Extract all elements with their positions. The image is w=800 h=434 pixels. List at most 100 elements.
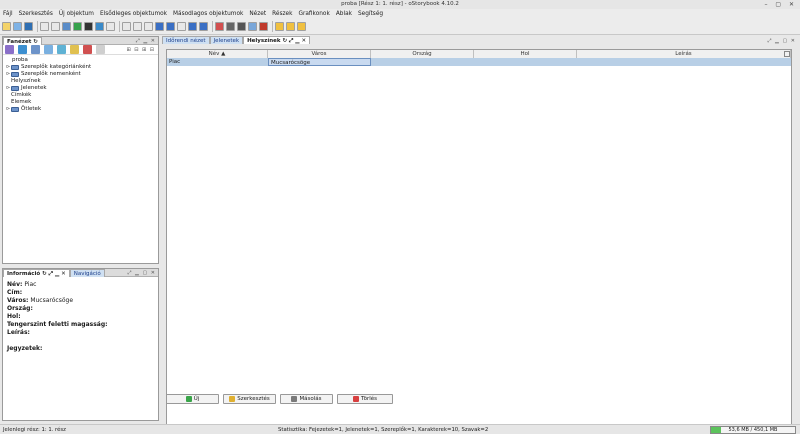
info-field: Leírás:: [7, 329, 154, 337]
toolbar-button-icon[interactable]: [199, 22, 208, 31]
main-panel-controls[interactable]: ⤢ ▁ ▢ ✕: [767, 38, 798, 44]
tree-tool-icon[interactable]: [70, 45, 79, 54]
toolbar-button-icon[interactable]: [144, 22, 153, 31]
toolbar-button-icon[interactable]: [84, 22, 93, 31]
tree-panel-header: Fanézet ↻ ⤢ ▁ ✕: [3, 36, 158, 45]
menu-item[interactable]: Grafikonok: [298, 11, 329, 17]
toolbar-button-icon[interactable]: [226, 22, 235, 31]
tree-tool-icon[interactable]: [44, 45, 53, 54]
toolbar-button-icon[interactable]: [166, 22, 175, 31]
toolbar-button-icon[interactable]: [275, 22, 284, 31]
expand-collapse-icons[interactable]: ⊞ ⊟ ⊞ ⊟: [126, 47, 155, 53]
action-button[interactable]: Törlés: [337, 394, 393, 404]
tree-tool-icon[interactable]: [83, 45, 92, 54]
tree-tool-icon[interactable]: [31, 45, 40, 54]
info-field-label: Hol:: [7, 313, 21, 320]
toolbar-button-icon[interactable]: [62, 22, 71, 31]
toolbar-button-icon[interactable]: [2, 22, 11, 31]
toolbar-button-icon[interactable]: [155, 22, 164, 31]
panel-controls[interactable]: ⤢ ▁ ▢ ✕: [127, 270, 158, 276]
column-header[interactable]: Leírás: [577, 50, 791, 58]
tree-item-label: Szereplők kategóriánként: [21, 64, 92, 70]
info-field-label: Jegyzetek:: [7, 345, 43, 352]
tree-item[interactable]: Elemek: [5, 99, 156, 106]
toolbar-button-icon[interactable]: [40, 22, 49, 31]
menu-item[interactable]: Elsődleges objektumok: [100, 11, 167, 17]
info-field: [7, 337, 154, 345]
info-field: Ország:: [7, 305, 154, 313]
tree-item[interactable]: Helyszínek: [5, 78, 156, 85]
toolbar-button-icon[interactable]: [215, 22, 224, 31]
toolbar-button-icon[interactable]: [259, 22, 268, 31]
tree-tool-icon[interactable]: [96, 45, 105, 54]
action-button[interactable]: Másolás: [280, 394, 333, 404]
menu-item[interactable]: Nézet: [249, 11, 266, 17]
table-cell[interactable]: Mucsarócsöge: [268, 58, 371, 66]
table-cell[interactable]: [474, 58, 577, 66]
toolbar-button-icon[interactable]: [106, 22, 115, 31]
tree-item-label: Ötletek: [21, 106, 42, 112]
folder-icon: [11, 107, 19, 112]
toolbar-button-icon[interactable]: [237, 22, 246, 31]
info-field: Hol:: [7, 313, 154, 321]
column-chooser-icon[interactable]: [784, 51, 790, 57]
tree-item[interactable]: ⊳ Ötletek: [5, 106, 156, 113]
table-cell[interactable]: [371, 58, 474, 66]
button-icon: [291, 396, 298, 402]
tree: proba ⊳ Szereplők kategóriánként ⊳ Szereplők…: [3, 55, 158, 115]
tree-item[interactable]: proba: [5, 57, 156, 64]
column-header[interactable]: Név ▲: [167, 50, 268, 58]
current-part-status: Jelenlegi rész: 1: 1. rész: [3, 427, 66, 433]
tree-item[interactable]: Címkék: [5, 92, 156, 99]
tree-tool-icon[interactable]: [18, 45, 27, 54]
menu-item[interactable]: Ablak: [336, 11, 352, 17]
toolbar-button-icon[interactable]: [297, 22, 306, 31]
menu-item[interactable]: Segítség: [358, 11, 383, 17]
toolbar-button-icon[interactable]: [24, 22, 33, 31]
table-row[interactable]: Piac Mucsarócsöge: [167, 58, 791, 66]
tab-timeline[interactable]: Időrendi nézet: [162, 36, 210, 44]
tab-navigation[interactable]: Navigáció: [69, 268, 105, 277]
menu-item[interactable]: Új objektum: [59, 11, 94, 17]
tab-scenes[interactable]: Jelenetek: [209, 36, 244, 44]
column-header[interactable]: Hol: [474, 50, 577, 58]
toolbar-button-icon[interactable]: [177, 22, 186, 31]
toolbar-button-icon[interactable]: [248, 22, 257, 31]
main-toolbar: [0, 19, 800, 35]
toolbar-button-icon[interactable]: [188, 22, 197, 31]
toolbar-button-icon[interactable]: [286, 22, 295, 31]
tree-item[interactable]: ⊳ Szereplők kategóriánként: [5, 64, 156, 71]
tab-information[interactable]: Információ ↻ ⤢ ▁ ✕: [3, 268, 70, 277]
info-field-label: Cím:: [7, 289, 23, 296]
tab-locations[interactable]: Helyszínek ↻ ⤢ ▁ ✕: [243, 36, 311, 44]
menu-item[interactable]: Fájl: [3, 11, 13, 17]
folder-icon: [11, 86, 19, 91]
toolbar-button-icon[interactable]: [51, 22, 60, 31]
toolbar-button-icon[interactable]: [95, 22, 104, 31]
menu-item[interactable]: Részek: [272, 11, 292, 17]
window-controls[interactable]: – ▢ ✕: [764, 0, 797, 9]
table-cell[interactable]: [577, 58, 791, 66]
toolbar-button-icon[interactable]: [122, 22, 131, 31]
panel-controls[interactable]: ⤢ ▁ ✕: [136, 38, 158, 44]
memory-label: 53,6 MB / 450,1 MB: [728, 427, 778, 433]
tree-item-label: Helyszínek: [11, 78, 41, 84]
table-cell[interactable]: Piac: [167, 58, 268, 66]
tab-tree-view[interactable]: Fanézet ↻: [3, 36, 42, 45]
toolbar-button-icon[interactable]: [13, 22, 22, 31]
tree-tool-icon[interactable]: [57, 45, 66, 54]
table-body: Piac Mucsarócsöge: [167, 58, 791, 66]
menu-item[interactable]: Másodlagos objektumok: [173, 11, 243, 17]
action-button[interactable]: Új: [166, 394, 219, 404]
memory-bar[interactable]: 53,6 MB / 450,1 MB: [710, 426, 796, 434]
menu-item[interactable]: Szerkesztés: [19, 11, 53, 17]
toolbar-button-icon[interactable]: [73, 22, 82, 31]
action-button[interactable]: Szerkesztés: [223, 394, 276, 404]
column-header[interactable]: Ország: [371, 50, 474, 58]
toolbar-button-icon[interactable]: [133, 22, 142, 31]
column-header[interactable]: Város: [268, 50, 371, 58]
tree-item[interactable]: ⊳ Jelenetek: [5, 85, 156, 92]
tree-tool-icon[interactable]: [5, 45, 14, 54]
tree-item[interactable]: ⊳ Szereplők nemenként: [5, 71, 156, 78]
info-field-label: Név:: [7, 281, 23, 288]
